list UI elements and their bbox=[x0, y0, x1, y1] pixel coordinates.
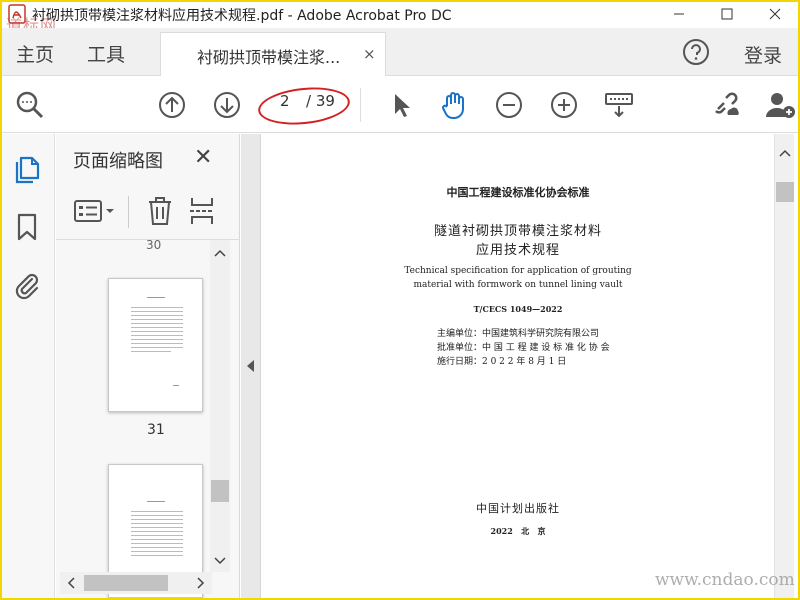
tab-home[interactable]: 主页 bbox=[16, 40, 54, 67]
left-rail bbox=[0, 134, 55, 600]
collapse-left-icon bbox=[247, 360, 254, 372]
doc-approver: 批准单位：中 国 工 程 建 设 标 准 化 协 会 bbox=[437, 343, 610, 353]
doc-date: 施行日期：2 0 2 2 年 8 月 1 日 bbox=[437, 357, 567, 367]
doc-association: 中国工程建设标准化协会标准 bbox=[446, 186, 590, 199]
document-vertical-scrollbar[interactable] bbox=[774, 134, 794, 600]
attachment-icon[interactable] bbox=[12, 270, 42, 300]
panel-collapse-handle[interactable] bbox=[241, 134, 261, 600]
thumbnail-vertical-scrollbar[interactable] bbox=[210, 240, 230, 572]
panel-toolbar bbox=[56, 184, 240, 240]
title-bar: 道标网 衬砌拱顶带模注浆材料应用技术规程.pdf - Adobe Acrobat… bbox=[0, 0, 800, 35]
maximize-icon bbox=[721, 8, 733, 20]
search-icon[interactable] bbox=[14, 89, 46, 121]
panel-title: 页面缩略图 bbox=[73, 151, 163, 172]
toolbar bbox=[0, 77, 800, 133]
close-icon bbox=[769, 8, 781, 20]
thumbnail-horizontal-scrollbar[interactable] bbox=[60, 572, 212, 594]
minimize-button[interactable] bbox=[656, 0, 702, 28]
panel-close-button[interactable]: ✕ bbox=[194, 145, 212, 170]
next-page-icon[interactable] bbox=[211, 89, 243, 121]
share-link-icon[interactable] bbox=[710, 89, 742, 121]
zoom-out-icon[interactable] bbox=[493, 89, 525, 121]
doc-code: T/CECS 1049—2022 bbox=[473, 304, 563, 314]
document-scroll-thumb[interactable] bbox=[776, 182, 794, 202]
thumbnail-options-icon[interactable] bbox=[74, 199, 118, 225]
minimize-icon bbox=[674, 13, 684, 15]
tab-document[interactable]: 衬砌拱顶带模注浆... × bbox=[160, 32, 386, 76]
thumbnail-label: 31 bbox=[147, 422, 165, 438]
toolbar-divider bbox=[360, 88, 361, 122]
document-tab-label: 衬砌拱顶带模注浆... bbox=[197, 48, 341, 67]
login-button[interactable]: 登录 bbox=[744, 41, 782, 68]
zoom-in-icon[interactable] bbox=[548, 89, 580, 121]
help-icon[interactable] bbox=[682, 38, 710, 66]
doc-editor: 主编单位：中国建筑科学研究院有限公司 bbox=[437, 329, 600, 339]
thumbnail-scroll-thumb[interactable] bbox=[211, 480, 229, 502]
doc-title-line1: 隧道衬砌拱顶带模注浆材料 bbox=[433, 224, 602, 239]
select-cursor-icon[interactable] bbox=[386, 89, 418, 121]
tab-tools[interactable]: 工具 bbox=[87, 40, 125, 67]
previous-page-icon[interactable] bbox=[156, 89, 188, 121]
bookmark-icon[interactable] bbox=[12, 212, 42, 242]
scroll-down-icon[interactable] bbox=[214, 556, 226, 566]
horizontal-scroll-thumb[interactable] bbox=[84, 575, 168, 591]
page-thumbnails-icon[interactable] bbox=[12, 154, 42, 184]
doc-title-line2: 应用技术规程 bbox=[475, 243, 560, 258]
panel-toolbar-divider bbox=[128, 196, 129, 228]
scroll-up-icon[interactable] bbox=[214, 248, 226, 258]
doc-publisher: 中国计划出版社 bbox=[476, 502, 560, 515]
scroll-right-icon[interactable] bbox=[196, 577, 206, 589]
doc-english-line2: material with formwork on tunnel lining … bbox=[413, 280, 623, 290]
doc-city-year: 2022 北 京 bbox=[490, 526, 546, 536]
scroll-left-icon[interactable] bbox=[66, 577, 76, 589]
doc-scroll-up-icon[interactable] bbox=[779, 148, 791, 158]
thumbnail-page-31[interactable] bbox=[108, 278, 203, 412]
delete-page-icon[interactable] bbox=[146, 195, 174, 227]
doc-english-line1: Technical specification for application … bbox=[404, 266, 632, 276]
hand-tool-icon[interactable] bbox=[438, 89, 470, 121]
bottom-watermark: www.cndao.com bbox=[655, 570, 795, 590]
keyboard-scroll-icon[interactable] bbox=[603, 89, 635, 121]
close-window-button[interactable] bbox=[752, 0, 798, 28]
partial-thumbnail-label: 30 bbox=[146, 238, 162, 252]
window-title: 衬砌拱顶带模注浆材料应用技术规程.pdf - Adobe Acrobat Pro… bbox=[32, 8, 452, 24]
document-tab-close-button[interactable]: × bbox=[363, 45, 376, 63]
maximize-button[interactable] bbox=[704, 0, 750, 28]
extract-page-icon[interactable] bbox=[188, 195, 216, 227]
document-page: 中国工程建设标准化协会标准 隧道衬砌拱顶带模注浆材料 应用技术规程 Techni… bbox=[262, 134, 774, 600]
tab-bar: 主页 工具 衬砌拱顶带模注浆... × 登录 bbox=[0, 28, 800, 76]
add-user-icon[interactable] bbox=[764, 89, 796, 121]
